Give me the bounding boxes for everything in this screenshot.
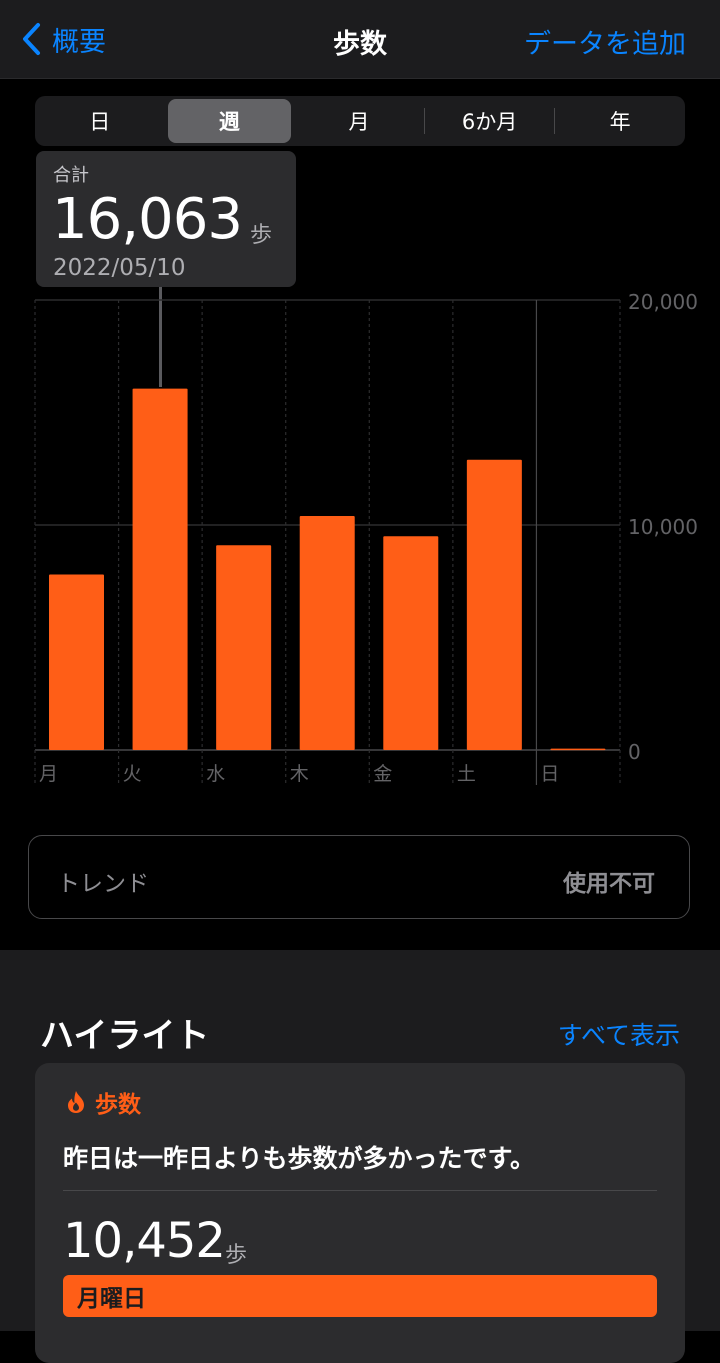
- y-tick-label: 0: [628, 740, 641, 764]
- card-message: 昨日は一昨日よりも歩数が多かったです。: [63, 1144, 536, 1173]
- x-tick-label: 火: [123, 763, 142, 785]
- bar-3: [216, 545, 272, 750]
- callout-label: 合計: [53, 165, 89, 186]
- card-unit: 歩: [225, 1243, 248, 1268]
- flame-icon: [68, 1091, 84, 1113]
- card-comparison-bar: 月曜日: [63, 1275, 657, 1317]
- segment-day[interactable]: 日: [38, 99, 162, 143]
- x-tick-label: 木: [290, 763, 309, 785]
- bar-1: [49, 574, 104, 750]
- card-bar-label: 月曜日: [77, 1286, 146, 1312]
- segment-week[interactable]: 週: [167, 99, 292, 143]
- callout-unit: 歩: [250, 223, 273, 248]
- callout-value: 16,063: [52, 187, 243, 252]
- selected-total-callout: 合計 16,063 歩 2022/05/10: [36, 151, 296, 287]
- bar-6: [466, 459, 522, 750]
- x-tick-label: 月: [39, 763, 58, 785]
- highlights-section: ハイライト すべて表示 歩数 昨日は一昨日よりも歩数が多かったです。 10,45…: [0, 950, 720, 1363]
- segment-month[interactable]: 月: [297, 99, 421, 143]
- highlight-card[interactable]: 歩数 昨日は一昨日よりも歩数が多かったです。 10,452 歩 月曜日: [35, 1063, 685, 1363]
- y-tick-label: 10,000: [628, 515, 698, 539]
- segment-six-months[interactable]: 6か月: [428, 99, 552, 143]
- x-tick-label: 水: [206, 763, 225, 785]
- show-all-link[interactable]: すべて表示: [558, 1016, 680, 1052]
- card-divider: [63, 1190, 657, 1191]
- trend-value: 使用不可: [563, 871, 655, 897]
- x-tick-label: 土: [457, 763, 476, 785]
- y-tick-label: 20,000: [628, 290, 698, 314]
- x-tick-label: 日: [540, 763, 559, 785]
- x-tick-label: 金: [373, 763, 392, 785]
- card-value: 10,452: [63, 1213, 226, 1269]
- bar-5: [383, 536, 439, 750]
- segment-divider: [423, 108, 425, 134]
- bar-4: [299, 516, 355, 750]
- segment-year[interactable]: 年: [558, 99, 682, 143]
- bar-7: [550, 748, 606, 751]
- card-category: 歩数: [95, 1092, 141, 1118]
- add-data-button[interactable]: データを追加: [524, 22, 686, 61]
- navigation-bar: 概要 歩数 データを追加: [0, 0, 720, 79]
- highlights-title: ハイライト: [40, 1016, 210, 1056]
- period-segmented-control: 日 週 月 6か月 年: [35, 96, 685, 146]
- trend-row[interactable]: トレンド 使用不可: [28, 835, 690, 919]
- trend-label: トレンド: [57, 871, 149, 897]
- segment-divider: [554, 108, 556, 134]
- callout-date: 2022/05/10: [53, 255, 186, 281]
- steps-bar-chart[interactable]: 0 10,000 20,000 月 火 水 木 金 土 日: [0, 290, 720, 800]
- bar-2: [132, 388, 188, 750]
- card-header: 歩数: [65, 1085, 141, 1119]
